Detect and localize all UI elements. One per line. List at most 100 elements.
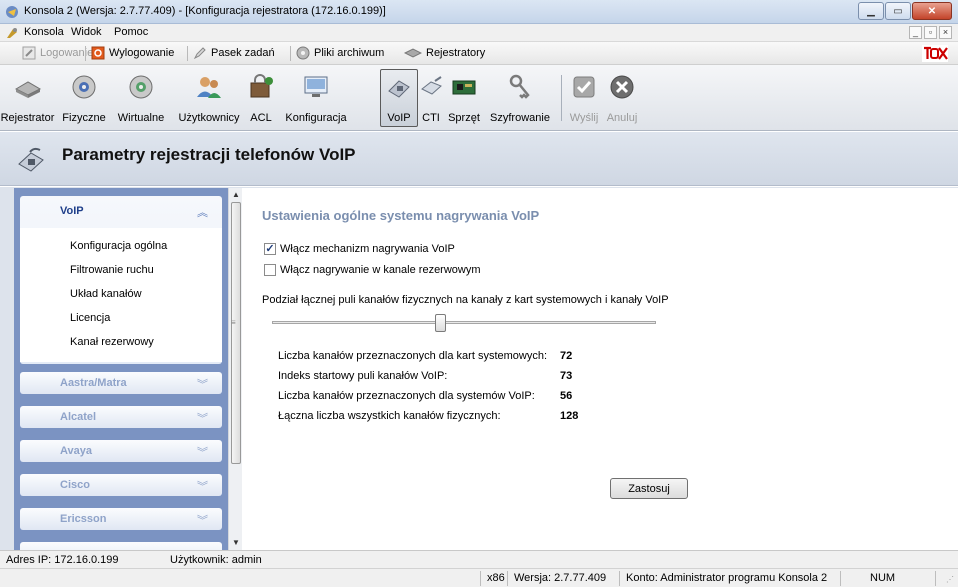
status-arch: x86 (487, 572, 505, 584)
login-icon (22, 46, 36, 60)
taskbar-button[interactable]: Pasek zadań (193, 46, 275, 60)
toolbar-wirtualne[interactable]: Wirtualne (113, 65, 169, 131)
toolbar-szyfrowanie[interactable]: Szyfrowanie (484, 65, 556, 131)
toolbar-rejestrator[interactable]: Rejestrator (0, 65, 55, 131)
toolbar-sprzet[interactable]: Sprzęt (446, 65, 482, 131)
toolbar-uzytkownicy[interactable]: Użytkownicy (175, 65, 243, 131)
close-button[interactable]: ✕ (912, 2, 952, 20)
acl-icon (250, 74, 273, 98)
channel-split-slider-thumb[interactable] (435, 314, 447, 332)
toolbar-voip[interactable]: VoIP (380, 65, 418, 131)
resize-grip-icon[interactable]: ⋰ (946, 575, 956, 585)
maximize-button[interactable]: ▭ (885, 2, 911, 20)
stat-label-voip-channels: Liczba kanałów przeznaczonych dla system… (278, 390, 535, 402)
status-bar-bottom: x86 Wersja: 2.7.77.409 Konto: Administra… (0, 568, 958, 587)
stat-label-total-channels: Łączna liczba wszystkich kanałów fizyczn… (278, 410, 501, 422)
sidebar-section-header-voip[interactable]: VoIP ︽ (20, 196, 222, 226)
sidebar-items: Konfiguracja ogólna Filtrowanie ruchu Uk… (20, 228, 222, 362)
scrollbar-thumb[interactable] (231, 202, 241, 464)
separator (290, 46, 291, 61)
status-separator (507, 571, 508, 586)
status-user: Użytkownik: admin (170, 554, 262, 566)
toolbar-anuluj[interactable]: Anuluj (604, 65, 640, 131)
mdi-minimize-button[interactable]: _ (909, 26, 922, 39)
mdi-controls: _ ▫ × (907, 26, 952, 39)
chevron-down-icon[interactable]: ︾ (197, 478, 208, 494)
stat-value-total-channels: 128 (560, 410, 579, 422)
scroll-down-arrow[interactable]: ▼ (229, 536, 243, 550)
status-separator (840, 571, 841, 586)
stat-value-voip-start-index: 73 (560, 370, 573, 382)
minimize-button[interactable]: ▁ (858, 2, 884, 20)
voip-phone-icon (18, 147, 44, 172)
configuration-icon (304, 76, 328, 97)
logout-button[interactable]: Wylogowanie (91, 46, 174, 60)
login-button[interactable]: Logowanie (22, 46, 93, 60)
stat-value-system-cards: 72 (560, 350, 573, 362)
sidebar-section-cisco[interactable]: Cisco ︾ (20, 474, 222, 496)
recorder-icon (404, 48, 422, 58)
status-account: Konto: Administrator programu Konsola 2 (626, 572, 828, 584)
scroll-up-arrow[interactable]: ▲ (229, 188, 243, 202)
cti-icon (421, 76, 442, 95)
sidebar-scrollbar[interactable]: ▲ ≡ ▼ (228, 188, 242, 550)
toolbar-separator (561, 75, 562, 121)
channel-split-slider-track[interactable] (272, 321, 656, 324)
enable-reserve-channel-checkbox[interactable]: Włącz nagrywanie w kanale rezerwowym (264, 264, 481, 276)
chevron-down-icon[interactable]: ︾ (197, 444, 208, 460)
status-bar-top: Adres IP: 172.16.0.199 Użytkownik: admin (0, 550, 958, 568)
console-menu-icon[interactable] (5, 26, 19, 40)
menu-widok[interactable]: Widok (71, 26, 102, 38)
sidebar-item-kanal-rezerwowy[interactable]: Kanał rezerwowy (70, 336, 154, 348)
mdi-close-button[interactable]: × (939, 26, 952, 39)
toolbar-fizyczne[interactable]: Fizyczne (58, 65, 110, 131)
sidebar-section-ericsson[interactable]: Ericsson ︾ (20, 508, 222, 530)
stat-value-voip-channels: 56 (560, 390, 573, 402)
physical-channels-icon (72, 75, 96, 99)
window-titlebar: Konsola 2 (Wersja: 2.7.77.409) - [Konfig… (0, 0, 958, 24)
sidebar-item-licencja[interactable]: Licencja (70, 312, 110, 324)
send-check-icon (573, 76, 595, 98)
chevron-down-icon[interactable]: ︾ (197, 410, 208, 426)
sidebar-section-aastra-matra[interactable]: Aastra/Matra ︾ (20, 372, 222, 394)
checkbox-unchecked[interactable] (264, 264, 276, 276)
sidebar-section-partial (20, 542, 222, 550)
enable-voip-recording-checkbox[interactable]: ✓ Włącz mechanizm nagrywania VoIP (264, 243, 455, 255)
menu-bar: Konsola Widok Pomoc _ ▫ × (0, 24, 958, 42)
sidebar-item-konfiguracja-ogolna[interactable]: Konfiguracja ogólna (70, 240, 167, 252)
pencil-icon (193, 47, 206, 60)
sidebar-section-alcatel[interactable]: Alcatel ︾ (20, 406, 222, 428)
page-header: Parametry rejestracji telefonów VoIP (0, 132, 958, 186)
checkbox-checked[interactable]: ✓ (264, 243, 276, 255)
scroll-grip-icon: ≡ (231, 318, 236, 327)
voip-phone-icon (388, 80, 410, 98)
chevron-down-icon[interactable]: ︾ (197, 512, 208, 528)
mdi-restore-button[interactable]: ▫ (924, 26, 937, 39)
sidebar-item-uklad-kanalow[interactable]: Układ kanałów (70, 288, 142, 300)
status-separator (619, 571, 620, 586)
toolbar-konfiguracja[interactable]: Konfiguracja (280, 65, 352, 131)
toolbar-cti[interactable]: CTI (418, 65, 444, 131)
toolbar-acl[interactable]: ACL (245, 65, 277, 131)
stat-label-voip-start-index: Indeks startowy puli kanałów VoIP: (278, 370, 448, 382)
menu-konsola[interactable]: Konsola (24, 26, 64, 38)
virtual-channels-icon (129, 75, 153, 99)
hardware-icon (452, 80, 476, 95)
menu-pomoc[interactable]: Pomoc (114, 26, 148, 38)
chevron-up-icon[interactable]: ︽ (197, 204, 208, 220)
toolbar-wyslij[interactable]: Wyślij (566, 65, 602, 131)
window-controls: ▁ ▭ ✕ (857, 2, 952, 20)
chevron-down-icon[interactable]: ︾ (197, 376, 208, 392)
recorders-button[interactable]: Rejestratory (404, 46, 485, 60)
apply-button[interactable]: Zastosuj (610, 478, 688, 499)
logout-icon (91, 46, 105, 60)
separator (187, 46, 188, 61)
archive-files-button[interactable]: Pliki archiwum (296, 46, 384, 60)
status-separator (935, 571, 936, 586)
sidebar-item-filtrowanie-ruchu[interactable]: Filtrowanie ruchu (70, 264, 154, 276)
sidebar-section-voip: VoIP ︽ Konfiguracja ogólna Filtrowanie r… (20, 196, 222, 364)
status-ip-address: Adres IP: 172.16.0.199 (6, 554, 119, 566)
status-version: Wersja: 2.7.77.409 (514, 572, 607, 584)
status-num-lock: NUM (870, 572, 896, 584)
sidebar-section-avaya[interactable]: Avaya ︾ (20, 440, 222, 462)
